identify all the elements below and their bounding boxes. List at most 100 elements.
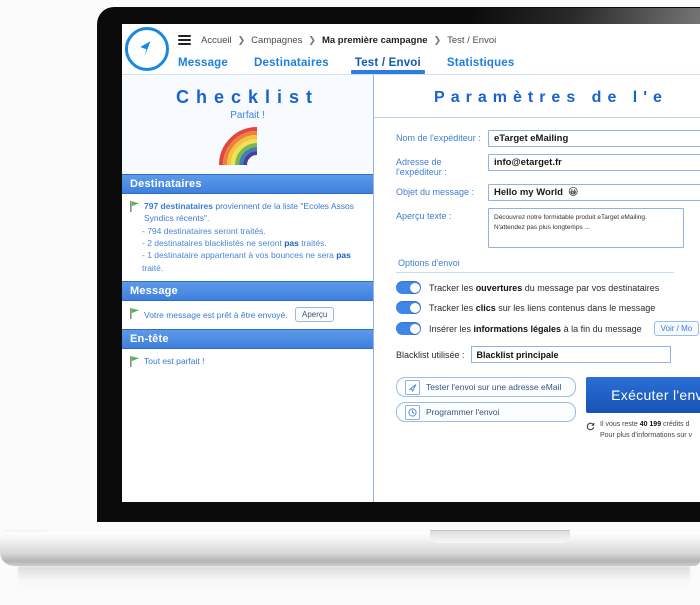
page-title: Paramètres de l'e xyxy=(434,89,668,106)
breadcrumb-item-2[interactable]: Ma première campagne xyxy=(322,35,428,46)
app-logo xyxy=(125,27,169,71)
checklist-panel: Checklist Parfait ! Destinataires 797 de… xyxy=(122,75,374,502)
label-sender-address: Adresse de l'expéditeur : xyxy=(396,157,447,177)
credits-line-2: Pour plus d'informations sur v xyxy=(600,431,692,439)
execute-send-button[interactable]: Exécuter l'env xyxy=(586,377,700,413)
laptop-base xyxy=(0,532,700,566)
checklist-subtitle: Parfait ! xyxy=(230,110,265,121)
breadcrumb-separator: ❯ xyxy=(433,34,442,45)
sender-name-input[interactable]: eTarget eMailing xyxy=(488,130,700,147)
preview-line-1: Découvrez notre formidable produit eTarg… xyxy=(494,214,647,221)
laptop-reflection xyxy=(18,566,690,590)
toggle-track-clicks[interactable] xyxy=(396,301,421,314)
green-flag-icon xyxy=(130,356,139,368)
navigation-arrow-icon xyxy=(140,41,151,57)
tab-destinataires[interactable]: Destinataires xyxy=(254,57,329,74)
preview-button[interactable]: Aperçu xyxy=(295,306,335,323)
checklist-subitem-1: - 2 destinataires blacklistés ne seront … xyxy=(142,237,365,249)
option-text: Tracker les xyxy=(429,302,476,313)
subject-input[interactable]: Hello my World 😀 xyxy=(488,184,700,201)
green-flag-icon xyxy=(130,201,139,212)
subitem-emphasis: pas xyxy=(284,237,299,248)
preview-text-area[interactable]: Découvrez notre formidable produit eTarg… xyxy=(488,208,684,248)
field-row-subject: Objet du message : Hello my World 😀 xyxy=(396,184,700,201)
tab-test-envoi[interactable]: Test / Envoi xyxy=(350,57,426,74)
laptop-base-notch xyxy=(430,530,570,543)
clock-icon xyxy=(405,404,420,420)
toggle-track-opens[interactable] xyxy=(396,281,421,294)
credits-line-1: Il vous reste 40 199 crédits d xyxy=(600,420,692,431)
credits-info: Il vous reste 40 199 crédits d Pour plus… xyxy=(586,420,700,441)
preview-line-2: N'attendez pas plus longtemps ... xyxy=(494,224,590,232)
blacklist-select[interactable]: Blacklist principale xyxy=(470,346,671,363)
refresh-icon[interactable] xyxy=(586,422,595,431)
sender-address-input[interactable]: info@etarget.fr xyxy=(488,154,700,171)
option-label-legal-info: Insérer les informations légales à la fi… xyxy=(429,324,642,334)
secondary-actions: Tester l'envoi sur une adresse eMail Pro… xyxy=(396,377,576,427)
settings-form: Nom de l'expéditeur : eTarget eMailing A… xyxy=(374,118,700,441)
app-header: Accueil ❯ Campagnes ❯ Ma première campag… xyxy=(122,24,700,75)
checklist-header: Checklist Parfait ! xyxy=(122,75,373,174)
credits-count: 40 199 xyxy=(639,421,662,428)
entete-status-text: Tout est parfait ! xyxy=(144,356,205,367)
option-label-track-clicks: Tracker les clics sur les liens contenus… xyxy=(429,303,655,313)
settings-panel: Paramètres de l'e Nom de l'expéditeur : … xyxy=(374,75,700,502)
option-emphasis: clics xyxy=(475,302,496,313)
breadcrumb-item-1[interactable]: Campagnes xyxy=(251,35,302,46)
section-body-message: Votre message est prêt à être envoyé. Ap… xyxy=(122,301,373,330)
tab-statistiques[interactable]: Statistiques xyxy=(447,57,515,74)
view-modify-legal-button[interactable]: Voir / Mo xyxy=(653,321,700,336)
field-row-preview-text: Aperçu texte : Découvrez notre formidabl… xyxy=(396,208,700,248)
schedule-send-label: Programmer l'envoi xyxy=(426,407,500,417)
subject-value: Hello my World xyxy=(494,187,563,198)
laptop-screen: Accueil ❯ Campagnes ❯ Ma première campag… xyxy=(122,24,700,502)
rainbow-illustration xyxy=(218,126,278,166)
option-emphasis: ouvertures xyxy=(475,282,523,293)
section-header-entete: En-tête xyxy=(122,329,373,350)
blacklist-row: Blacklist utilisée : Blacklist principal… xyxy=(396,346,700,363)
test-send-icon xyxy=(405,379,420,395)
test-send-button[interactable]: Tester l'envoi sur une adresse eMail xyxy=(396,377,576,397)
subitem-text: - 794 destinataires seront traités. xyxy=(142,225,266,236)
section-header-message: Message xyxy=(122,280,373,301)
breadcrumb-separator: ❯ xyxy=(308,34,316,45)
breadcrumb-separator: ❯ xyxy=(237,34,246,45)
option-text: Tracker les xyxy=(429,282,476,293)
subitem-text-end: traité. xyxy=(142,262,164,273)
option-label-track-opens: Tracker les ouvertures du message par vo… xyxy=(429,283,659,293)
field-row-sender-address: Adresse de l'expéditeur : info@etarget.f… xyxy=(396,154,700,177)
message-ready-text: Votre message est prêt à être envoyé. xyxy=(144,309,288,320)
section-header-destinataires: Destinataires xyxy=(122,174,373,194)
send-area: Exécuter l'env Il vous reste 40 199 créd… xyxy=(586,377,700,441)
tab-message[interactable]: Message xyxy=(178,57,228,74)
checklist-title: Checklist xyxy=(175,87,320,107)
options-title: Options d'envoi xyxy=(398,258,460,268)
option-text-end: à la fin du message xyxy=(561,323,642,334)
hamburger-menu-icon[interactable] xyxy=(178,35,191,45)
schedule-send-button[interactable]: Programmer l'envoi xyxy=(396,402,576,422)
screenshot-stage: Accueil ❯ Campagnes ❯ Ma première campag… xyxy=(0,0,700,605)
test-send-label: Tester l'envoi sur une adresse eMail xyxy=(426,382,562,392)
credits-text-end: crédits d xyxy=(661,421,690,428)
checklist-subitem-2: - 1 destinataire appartenant à vos bounc… xyxy=(142,249,365,274)
subitem-text-end: traités. xyxy=(298,237,327,248)
credits-text: Il vous reste xyxy=(600,421,640,428)
subitem-text: - 2 destinataires blacklistés ne seront xyxy=(142,237,285,248)
breadcrumb-item-3[interactable]: Test / Envoi xyxy=(447,35,496,46)
breadcrumb-item-0[interactable]: Accueil xyxy=(201,35,232,46)
section-body-destinataires: 797 destinataires proviennent de la list… xyxy=(122,194,373,281)
toggle-legal-info[interactable] xyxy=(396,322,421,335)
options-divider xyxy=(396,272,674,273)
breadcrumb: Accueil ❯ Campagnes ❯ Ma première campag… xyxy=(178,31,496,49)
blacklist-label: Blacklist utilisée : xyxy=(396,349,465,360)
option-text-end: du message par vos destinataires xyxy=(522,282,660,293)
option-text-end: sur les liens contenus dans le message xyxy=(495,302,656,313)
option-row-track-clicks: Tracker les clics sur les liens contenus… xyxy=(396,301,700,314)
app-body: Checklist Parfait ! Destinataires 797 de… xyxy=(122,75,700,502)
section-body-entete: Tout est parfait ! xyxy=(122,349,373,374)
checklist-subitem-0: - 794 destinataires seront traités. xyxy=(142,225,365,237)
option-row-track-opens: Tracker les ouvertures du message par vo… xyxy=(396,281,700,294)
tab-bar: Message Destinataires Test / Envoi Stati… xyxy=(178,50,515,74)
option-emphasis: informations légales xyxy=(473,323,562,334)
subitem-text: - 1 destinataire appartenant à vos bounc… xyxy=(142,250,337,261)
